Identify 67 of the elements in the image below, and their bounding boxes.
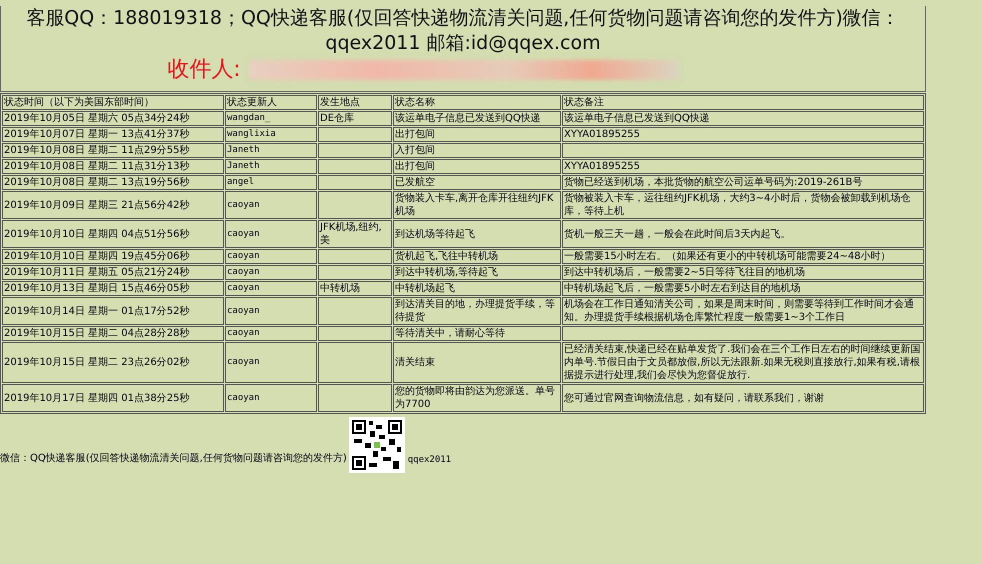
- table-cell: 您的货物即将由韵达为您派送。单号为7700: [393, 384, 561, 412]
- table-cell: caoyan: [225, 220, 317, 248]
- wechat-id: qqex2011: [408, 455, 452, 465]
- column-header: 发生地点: [318, 95, 392, 110]
- table-cell: caoyan: [225, 249, 317, 264]
- table-cell: 出打包间: [393, 159, 561, 174]
- recipient-label: 收件人:: [167, 56, 241, 84]
- table-cell: 入打包间: [393, 143, 561, 158]
- table-cell: 到达清关目的地，办理提货手续，等待提货: [393, 297, 561, 325]
- table-cell: 到达中转机场后，一般需要2~5日等待飞往目的地机场: [562, 265, 924, 280]
- table-cell: 已发航空: [393, 175, 561, 190]
- column-header: 状态名称: [393, 95, 561, 110]
- table-cell: wanglixia: [225, 127, 317, 142]
- table-cell: 2019年10月10日 星期四 19点45分06秒: [2, 249, 224, 264]
- table-cell: XYYA01895255: [562, 159, 924, 174]
- table-cell: 2019年10月05日 星期六 05点34分24秒: [2, 111, 224, 126]
- table-cell: 2019年10月15日 星期二 23点26分02秒: [2, 342, 224, 383]
- table-cell: XYYA01895255: [562, 127, 924, 142]
- table-cell: 2019年10月08日 星期二 11点31分13秒: [2, 159, 224, 174]
- table-cell: caoyan: [225, 342, 317, 383]
- table-cell: 2019年10月15日 星期二 04点28分28秒: [2, 326, 224, 341]
- table-cell: caoyan: [225, 191, 317, 219]
- table-cell: 机场会在工作日通知清关公司，如果是周末时间，则需要等待到工作时间才会通知。办理提货手续根据机场仓库繁忙程度一般需要1~3个工作日: [562, 297, 924, 325]
- table-cell: 该运单电子信息已发送到QQ快递: [393, 111, 561, 126]
- table-cell: wangdan_: [225, 111, 317, 126]
- table-cell: 已经清关结束,快递已经在贴单发货了.我们会在三个工作日左右的时间继续更新国内单号.节假日由于文员都放假,所以无法跟新.如果无税则直接放行,如果有税,请根据提示进行处理,我们会尽快为您督促放行.: [562, 342, 924, 383]
- table-cell: 2019年10月10日 星期四 04点51分56秒: [2, 220, 224, 248]
- column-header: 状态更新人: [225, 95, 317, 110]
- contact-info: 客服QQ：188019318；QQ快递客服(仅回答快递物流清关问题,任何货物问题请咨询您的发件方)微信：qqex2011 邮箱:id@qqex.com: [25, 6, 901, 56]
- table-cell: 货物被装入卡车，运往纽约JFK机场，大约3~4小时后，货物会被卸载到机场仓库，等待上机: [562, 191, 924, 219]
- table-cell: 到达中转机场,等待起飞: [393, 265, 561, 280]
- column-header: 状态时间（以下为美国东部时间）: [2, 95, 224, 110]
- table-cell: 一般需要15小时左右。（如果还有更小的中转机场可能需要24~48小时）: [562, 249, 924, 264]
- table-cell: angel: [225, 175, 317, 190]
- table-cell: 2019年10月07日 星期一 13点41分37秒: [2, 127, 224, 142]
- table-cell: 中转机场: [318, 281, 392, 296]
- table-cell: 2019年10月13日 星期日 15点46分05秒: [2, 281, 224, 296]
- column-header: 状态备注: [562, 95, 924, 110]
- table-cell: caoyan: [225, 297, 317, 325]
- table-cell: caoyan: [225, 265, 317, 280]
- table-cell: 货机一般三天一趟，一般会在此时间后3天内起飞。: [562, 220, 924, 248]
- table-cell: 等待清关中，请耐心等待: [393, 326, 561, 341]
- table-cell: 2019年10月11日 星期五 05点21分24秒: [2, 265, 224, 280]
- table-cell: 2019年10月14日 星期一 01点17分52秒: [2, 297, 224, 325]
- qr-code-icon: [348, 417, 405, 473]
- wechat-text: 微信：QQ快递客服(仅回答快递物流清关问题,任何货物问题请咨询您的发件方): [0, 452, 347, 465]
- table-cell: 清关结束: [393, 342, 561, 383]
- table-cell: 货物已经送到机场，本批货物的航空公司运单号码为:2019-261B号: [562, 175, 924, 190]
- table-cell: 货物装入卡车,离开仓库开往纽约JFK机场: [393, 191, 561, 219]
- table-cell: 货机起飞,飞往中转机场: [393, 249, 561, 264]
- table-cell: 中转机场起飞后，一般需要5小时左右到达目的地机场: [562, 281, 924, 296]
- table-cell: Janeth: [225, 143, 317, 158]
- table-cell: 中转机场起飞: [393, 281, 561, 296]
- table-cell: 2019年10月08日 星期二 13点19分56秒: [2, 175, 224, 190]
- table-cell: 出打包间: [393, 127, 561, 142]
- table-cell: Janeth: [225, 159, 317, 174]
- table-cell: 该运单电子信息已发送到QQ快递: [562, 111, 924, 126]
- table-cell: caoyan: [225, 326, 317, 341]
- table-cell: 2019年10月09日 星期三 21点56分42秒: [2, 191, 224, 219]
- table-cell: 到达机场等待起飞: [393, 220, 561, 248]
- table-cell: 2019年10月08日 星期二 11点29分55秒: [2, 143, 224, 158]
- table-cell: caoyan: [225, 384, 317, 412]
- table-cell: caoyan: [225, 281, 317, 296]
- table-cell: 您可通过官网查询物流信息，如有疑问，请联系我们，谢谢: [562, 384, 924, 412]
- table-cell: DE仓库: [318, 111, 392, 126]
- table-cell: JFK机场,纽约,美: [318, 220, 392, 248]
- table-cell: 2019年10月17日 星期四 01点38分25秒: [2, 384, 224, 412]
